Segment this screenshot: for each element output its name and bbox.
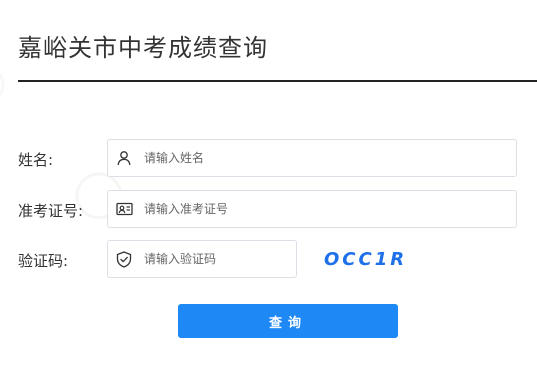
name-input[interactable] [144,151,516,165]
captcha-field[interactable] [107,240,297,278]
exam-id-field[interactable] [107,190,517,228]
captcha-image[interactable]: OCC1R [324,249,407,270]
exam-id-label: 准考证号: [18,202,84,220]
title-divider [18,80,537,82]
captcha-label: 验证码: [18,252,69,270]
name-label: 姓名: [18,151,54,169]
id-card-icon [116,201,133,217]
captcha-input[interactable] [144,252,296,266]
shield-check-icon [116,251,132,268]
page-title: 嘉峪关市中考成绩查询 [18,34,268,62]
exam-id-input[interactable] [144,202,516,216]
query-button[interactable]: 查询 [178,304,398,338]
watermark-decoration: ◯ [0,51,14,115]
name-field[interactable] [107,139,517,177]
user-icon [116,150,132,166]
page: ◯ ◯ 嘉峪关市中考成绩查询 姓名: 准考证号: 验证码: [0,0,537,381]
